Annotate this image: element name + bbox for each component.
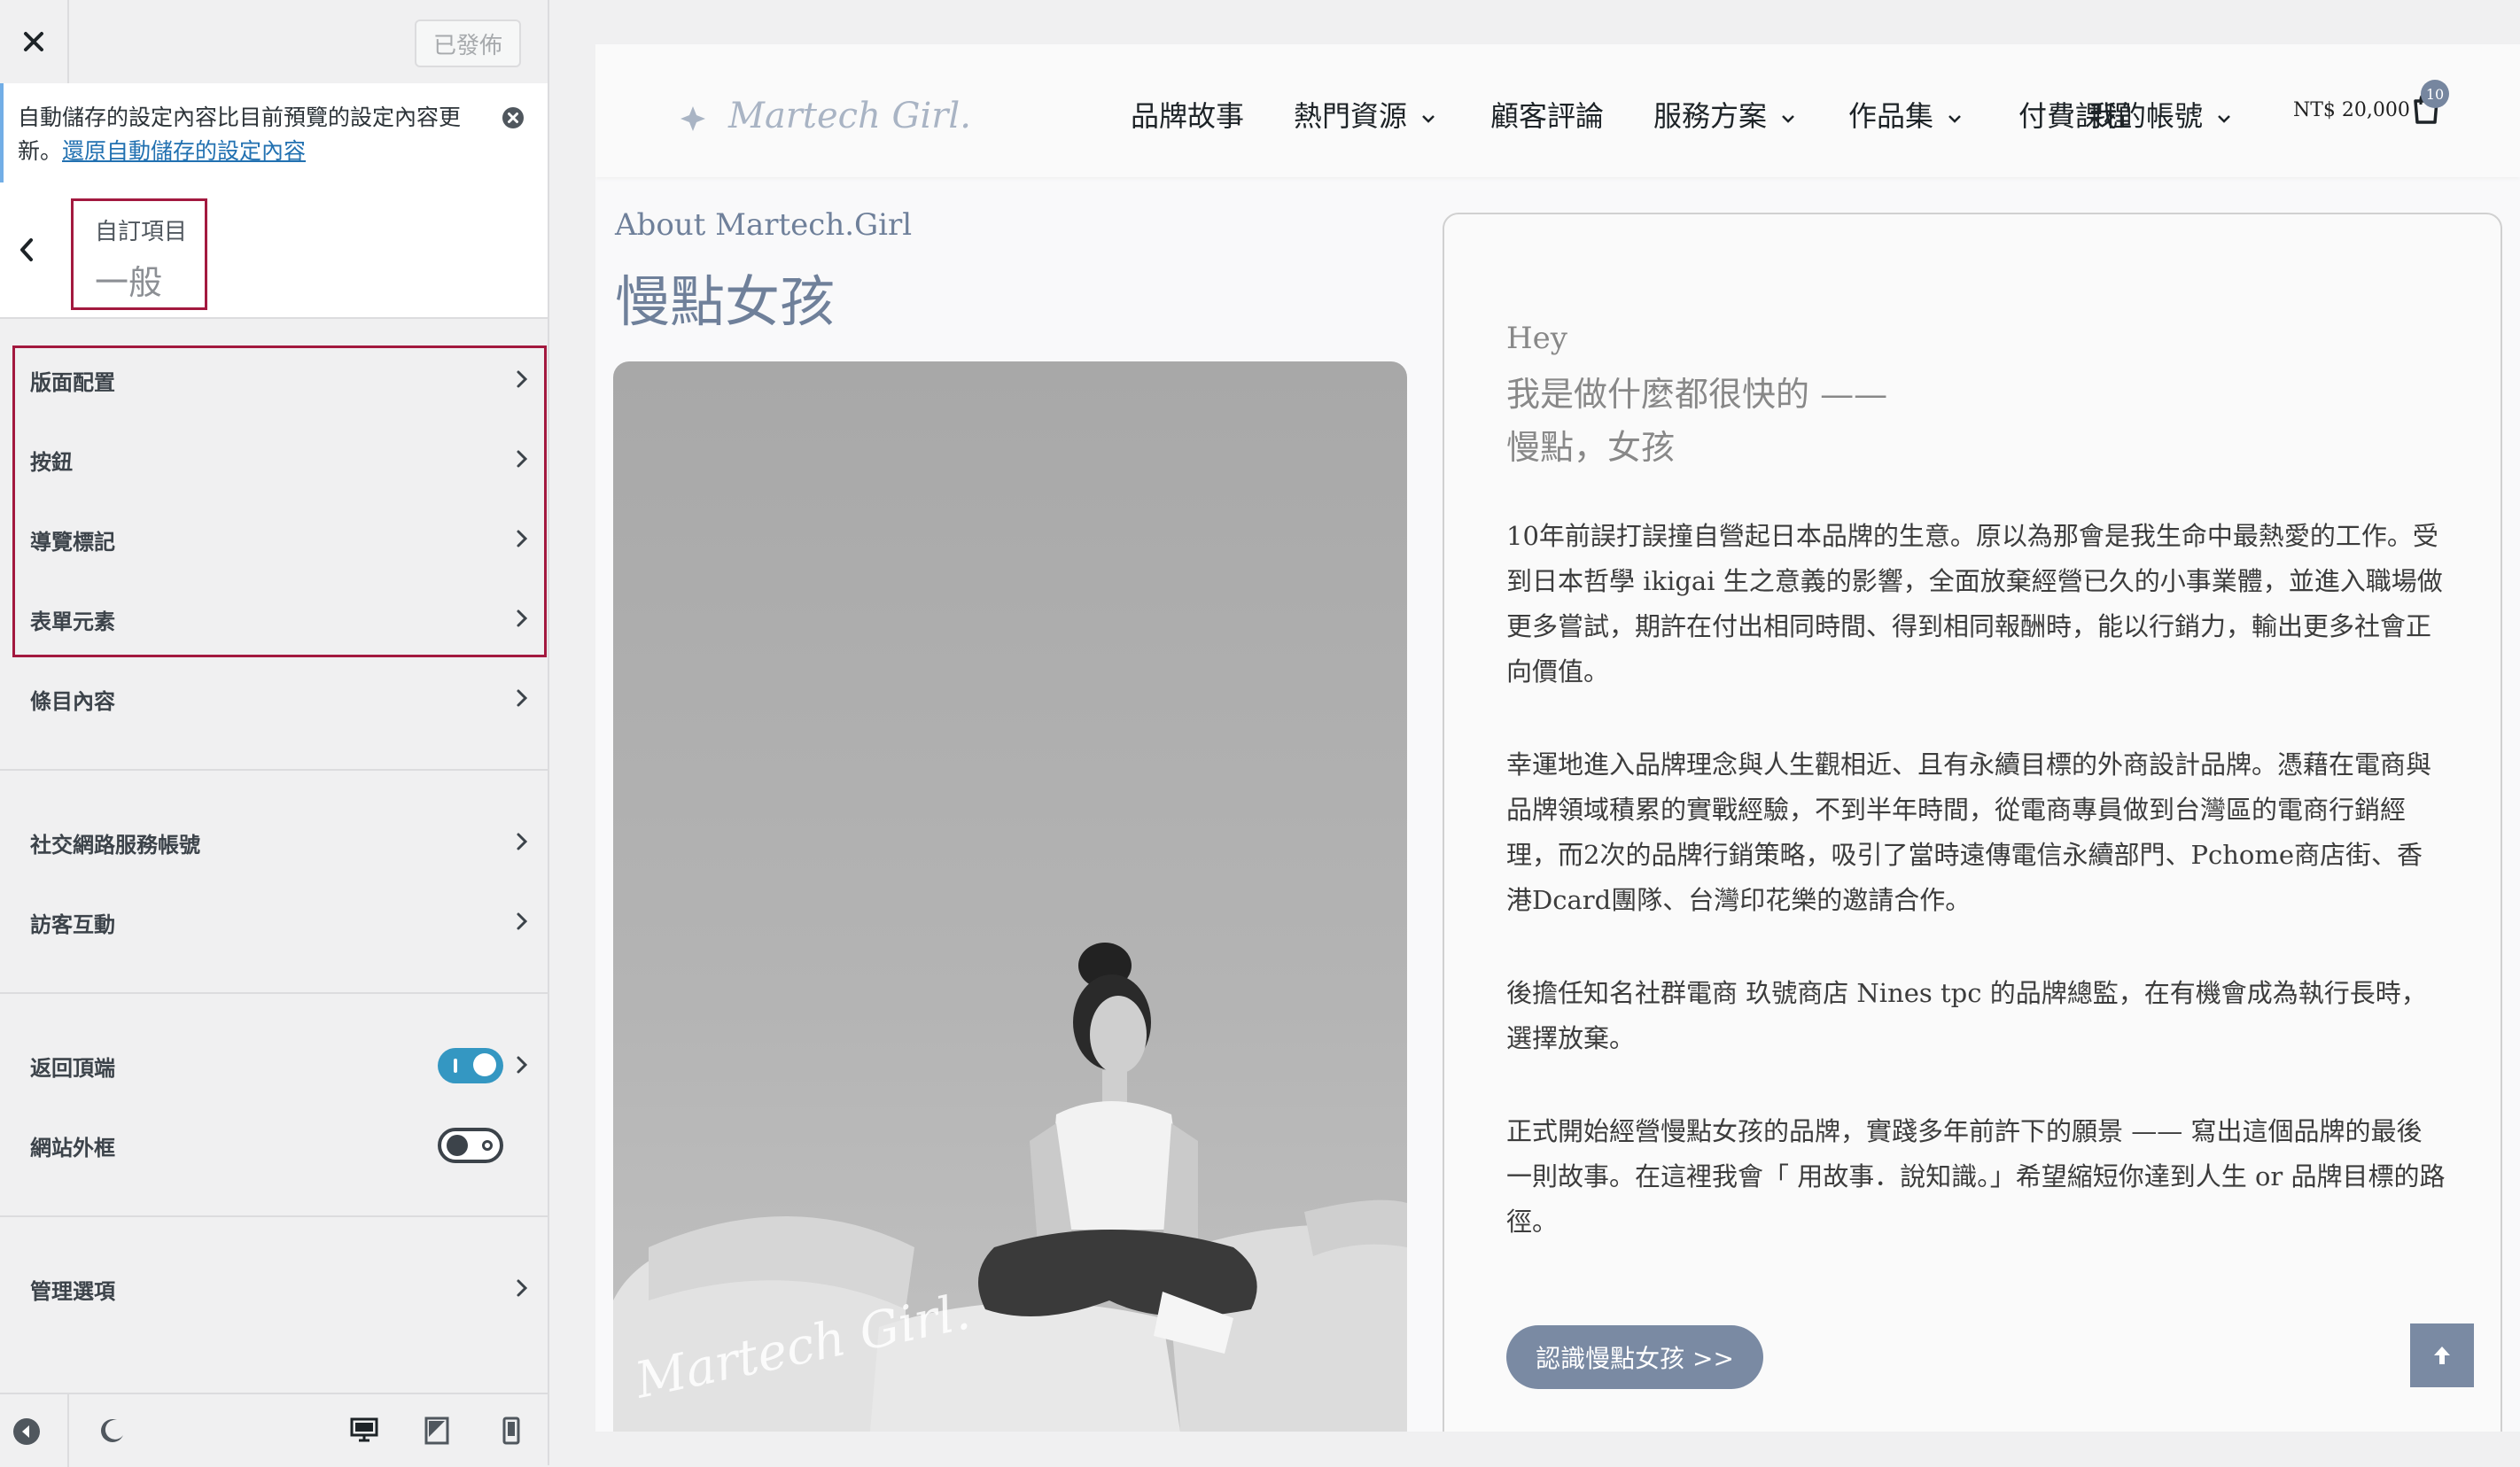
section-title: 自訂項目 一般 [71, 198, 207, 310]
close-icon [24, 32, 43, 51]
arrow-up-icon [2434, 1347, 2450, 1364]
chevron-left-icon [20, 238, 33, 261]
menu-item-site-frame[interactable]: 網站外框 [0, 1106, 548, 1185]
card-paragraph: 10年前誤打誤撞自營起日本品牌的生意。原以為那會是我生命中最熱愛的工作。受到日本… [1506, 521, 2443, 687]
mobile-preview-icon[interactable] [502, 1416, 521, 1446]
nav-label: 作品集 [1848, 99, 1934, 133]
section-header: 自訂項目 一般 [0, 182, 548, 319]
nav-my-account[interactable]: 我的帳號 [2089, 94, 2231, 135]
divider [0, 1215, 548, 1217]
chevron-right-icon [517, 370, 528, 388]
menu-item-label: 社交網路服務帳號 [30, 832, 200, 858]
card-lead-line2: 慢點，女孩 [1506, 428, 1676, 467]
chevron-right-icon [517, 912, 528, 930]
menu-item-label: 返回頂端 [30, 1055, 115, 1081]
menu-item-visitor-interaction[interactable]: 訪客互動 [0, 882, 548, 962]
photo-illustration: Martech Girl. [613, 943, 1407, 1432]
chevron-down-icon [1948, 114, 1961, 123]
menu-item-label: 條目內容 [30, 688, 115, 714]
close-customizer-button[interactable] [0, 0, 69, 83]
menu-item-label: 按鈕 [30, 449, 73, 475]
menu-item-admin-options[interactable]: 管理選項 [0, 1249, 548, 1329]
nav-label: 我的帳號 [2089, 99, 2204, 133]
chevron-right-icon [517, 450, 528, 468]
profile-photo: Martech Girl. [613, 361, 1407, 1432]
nav-label: 服務方案 [1653, 99, 1768, 133]
chevron-right-icon [517, 1279, 528, 1297]
published-button[interactable]: 已發佈 [415, 19, 521, 67]
dismiss-icon[interactable] [502, 106, 525, 129]
panel-footer [0, 1393, 548, 1467]
chevron-down-icon [1422, 114, 1435, 123]
learn-more-button[interactable]: 認識慢點女孩 >> [1506, 1325, 1763, 1389]
card-greeting: Hey [1506, 321, 1567, 356]
site-logo[interactable]: Martech Girl. [675, 87, 1047, 140]
nav-reviews[interactable]: 顧客評論 [1490, 94, 1604, 135]
menu-item-label: 版面配置 [30, 369, 115, 395]
menu-item-social-accounts[interactable]: 社交網路服務帳號 [0, 803, 548, 882]
menu-item-label: 訪客互動 [30, 912, 115, 937]
nav-label: 顧客評論 [1490, 99, 1605, 133]
chevron-right-icon [517, 530, 528, 547]
logo-text: Martech Girl. [727, 96, 971, 136]
card-paragraph: 後擔任知名社群電商 玖號商店 Nines tpc 的品牌總監，在有機會成為執行長… [1506, 978, 2427, 1053]
about-title: 慢點女孩 [615, 269, 836, 334]
dark-mode-icon[interactable] [99, 1417, 126, 1444]
menu-item-form-elements[interactable]: 表單元素 [0, 579, 548, 659]
menu-item-buttons[interactable]: 按鈕 [0, 420, 548, 500]
menu-item-label: 管理選項 [30, 1278, 115, 1304]
chevron-right-icon [517, 609, 528, 627]
back-to-top-toggle[interactable] [438, 1048, 503, 1083]
menu-item-back-to-top[interactable]: 返回頂端 [0, 1026, 548, 1106]
back-button[interactable] [0, 182, 53, 317]
menu-item-label: 導覽標記 [30, 529, 115, 555]
nav-services[interactable]: 服務方案 [1653, 94, 1795, 135]
site-frame-toggle[interactable] [438, 1128, 503, 1163]
card-paragraph: 正式開始經營慢點女孩的品牌，實踐多年前許下的願景 —— 寫出這個品牌的最後一則故… [1506, 1116, 2446, 1237]
menu-item-label: 網站外框 [30, 1135, 115, 1160]
chevron-down-icon [2218, 114, 2230, 123]
section-subtitle: 自訂項目 [95, 219, 188, 245]
divider [0, 769, 548, 771]
chevron-right-icon [517, 689, 528, 707]
card-lead-line1: 我是做什麼都很快的 —— [1506, 375, 1888, 414]
collapse-sidebar-icon[interactable] [12, 1417, 41, 1446]
chevron-right-icon [517, 1056, 528, 1074]
customizer-panel: 已發佈 自動儲存的設定內容比目前預覽的設定內容更新。還原自動儲存的設定內容 自訂… [0, 0, 549, 1467]
card-paragraph: 幸運地進入品牌理念與人生觀相近、且有永續目標的外商設計品牌。憑藉在電商與品牌領域… [1506, 749, 2432, 915]
tablet-preview-icon[interactable] [424, 1416, 450, 1446]
divider [67, 1394, 69, 1467]
nav-popular-resources[interactable]: 熱門資源 [1294, 94, 1435, 135]
nav-label: 品牌故事 [1131, 99, 1245, 133]
nav-portfolio[interactable]: 作品集 [1848, 94, 1962, 135]
back-to-top-button[interactable] [2410, 1323, 2474, 1387]
menu-item-layout[interactable]: 版面配置 [0, 340, 548, 420]
about-label: About Martech.Girl [615, 207, 913, 243]
cart-total: NT$ 20,000 [2293, 99, 2410, 121]
section-name: 一般 [95, 263, 163, 302]
nav-brand-story[interactable]: 品牌故事 [1131, 94, 1244, 135]
site-header: Martech Girl. 品牌故事 熱門資源 顧客評論 服務方案 作品集 付費… [595, 44, 2520, 177]
autosave-notice: 自動儲存的設定內容比目前預覽的設定內容更新。還原自動儲存的設定內容 [0, 83, 548, 182]
menu-item-label: 表單元素 [30, 609, 115, 634]
cart-count-badge: 10 [2421, 80, 2449, 108]
site-preview: Martech Girl. 品牌故事 熱門資源 顧客評論 服務方案 作品集 付費… [595, 44, 2520, 1432]
menu-item-entry-content[interactable]: 條目內容 [0, 659, 548, 739]
chevron-right-icon [517, 833, 528, 850]
nav-label: 熱門資源 [1294, 99, 1408, 133]
desktop-preview-icon[interactable] [349, 1416, 379, 1446]
intro-card: Hey 我是做什麼都很快的 —— 慢點，女孩 10年前誤打誤撞自營起日本品牌的生… [1443, 213, 2502, 1432]
menu-item-navigation[interactable]: 導覽標記 [0, 500, 548, 579]
restore-autosave-link[interactable]: 還原自動儲存的設定內容 [62, 138, 306, 164]
chevron-down-icon [1782, 114, 1794, 123]
panel-header: 已發佈 [0, 0, 548, 85]
divider [0, 992, 548, 994]
